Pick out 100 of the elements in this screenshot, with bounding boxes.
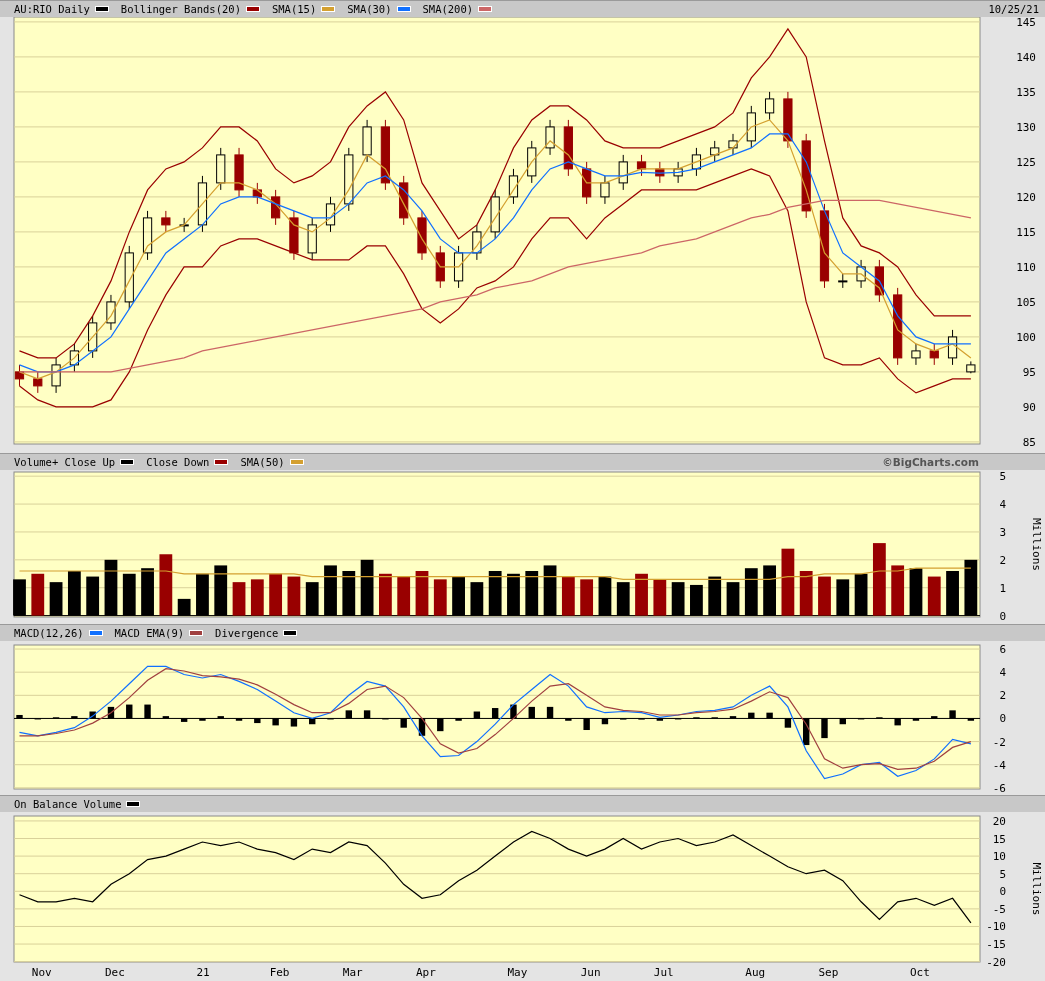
candlestick (618, 154, 628, 191)
axis-label: -15 (986, 938, 1006, 952)
candlestick (88, 315, 98, 359)
candlestick (838, 273, 848, 289)
legend-label: SMA(200) (422, 3, 474, 15)
legend-label: SMA(30) (347, 3, 392, 15)
volume-bar (269, 573, 283, 616)
candlestick (33, 371, 43, 394)
candlestick (527, 140, 537, 184)
candlestick (911, 343, 921, 366)
axis-label: -6 (992, 781, 1006, 795)
month-label: Nov (31, 966, 52, 979)
candlestick (435, 245, 445, 289)
candlestick (947, 329, 958, 366)
candlestick (14, 364, 25, 387)
candlestick (362, 119, 372, 163)
candlestick (161, 210, 171, 233)
axis-label: 1 (999, 581, 1006, 595)
month-label: 21 (196, 966, 210, 979)
month-label: Aug (745, 966, 766, 979)
month-label: Mar (342, 966, 363, 979)
month-label: Apr (416, 966, 436, 979)
axis-title: Millions (1030, 862, 1043, 916)
legend-label: SMA(50) (240, 456, 285, 468)
candlestick (600, 175, 610, 205)
candlestick (142, 210, 153, 261)
candlestick (106, 294, 116, 331)
legend-label: On Balance Volume (14, 798, 122, 810)
volume-bar (397, 576, 411, 616)
candlestick (966, 360, 976, 374)
axis-label: 5 (999, 470, 1006, 484)
candlestick (197, 175, 208, 233)
candlestick (252, 182, 262, 205)
month-label: May (507, 966, 528, 979)
axis-label: 120 (1016, 190, 1036, 204)
axis-label: -10 (986, 920, 1006, 934)
axis-label: 0 (999, 609, 1006, 623)
candlestick (508, 168, 519, 205)
axis-label: 140 (1016, 50, 1036, 64)
candlestick (344, 147, 354, 212)
axis-label: 125 (1016, 155, 1036, 169)
candlestick (710, 140, 720, 163)
candlestick (673, 161, 683, 184)
axis-label: -20 (986, 955, 1006, 969)
axis-label: 95 (1022, 365, 1036, 379)
candlestick (51, 357, 61, 394)
axis-label: 20 (992, 814, 1006, 828)
candlestick (545, 119, 555, 156)
axis-label: 130 (1016, 120, 1036, 134)
candlestick (655, 161, 665, 184)
axis-label: 145 (1016, 17, 1036, 29)
volume-bar (635, 573, 648, 616)
volume-bar (781, 548, 795, 616)
axis-label: 0 (999, 885, 1006, 899)
axis-label: -4 (992, 758, 1006, 772)
volume-bar (580, 579, 594, 616)
candlestick (417, 210, 427, 261)
candlestick (691, 147, 702, 177)
candlestick (728, 133, 738, 156)
axis-label: 6 (999, 643, 1006, 657)
axis-label: 15 (992, 832, 1006, 846)
candlestick (472, 224, 482, 261)
candlestick (582, 161, 592, 205)
axis-label: 0 (999, 712, 1006, 726)
candlestick (856, 259, 866, 289)
candlestick (289, 210, 299, 261)
axis-label: 10 (992, 850, 1006, 864)
candlestick (783, 91, 793, 149)
month-label: Jul (653, 966, 674, 979)
volume-bar (653, 579, 667, 616)
axis-label: 135 (1016, 85, 1036, 99)
month-label: Oct (909, 966, 930, 979)
legend-label: MACD(12,26) (14, 627, 84, 639)
candlestick (765, 91, 775, 121)
axis-label: -5 (992, 902, 1006, 916)
month-label: Feb (269, 966, 290, 979)
axis-label: 4 (999, 666, 1006, 680)
candlestick (271, 189, 281, 226)
axis-label: 115 (1016, 225, 1036, 239)
axis-label: 90 (1022, 400, 1036, 414)
axis-label: 105 (1016, 295, 1036, 309)
axis-label: -2 (992, 735, 1006, 749)
candlestick (746, 105, 756, 149)
chart-title: AU:RIO Daily (14, 3, 90, 15)
candlestick (380, 119, 390, 191)
axis-label: 85 (1022, 435, 1036, 449)
axis-label: 100 (1016, 330, 1036, 344)
candlestick (874, 259, 884, 303)
candlestick (307, 217, 317, 261)
month-label: Jun (580, 966, 601, 979)
candlestick (563, 119, 573, 177)
month-label: Dec (104, 966, 125, 979)
volume-bar (891, 565, 905, 616)
candlestick (234, 147, 244, 198)
axis-label: 5 (999, 867, 1006, 881)
volume-bar (159, 554, 173, 616)
candlestick (216, 147, 226, 191)
legend-label: Bollinger Bands(20) (120, 3, 241, 15)
volume-bar (818, 576, 831, 616)
axis-label: 4 (999, 498, 1006, 512)
